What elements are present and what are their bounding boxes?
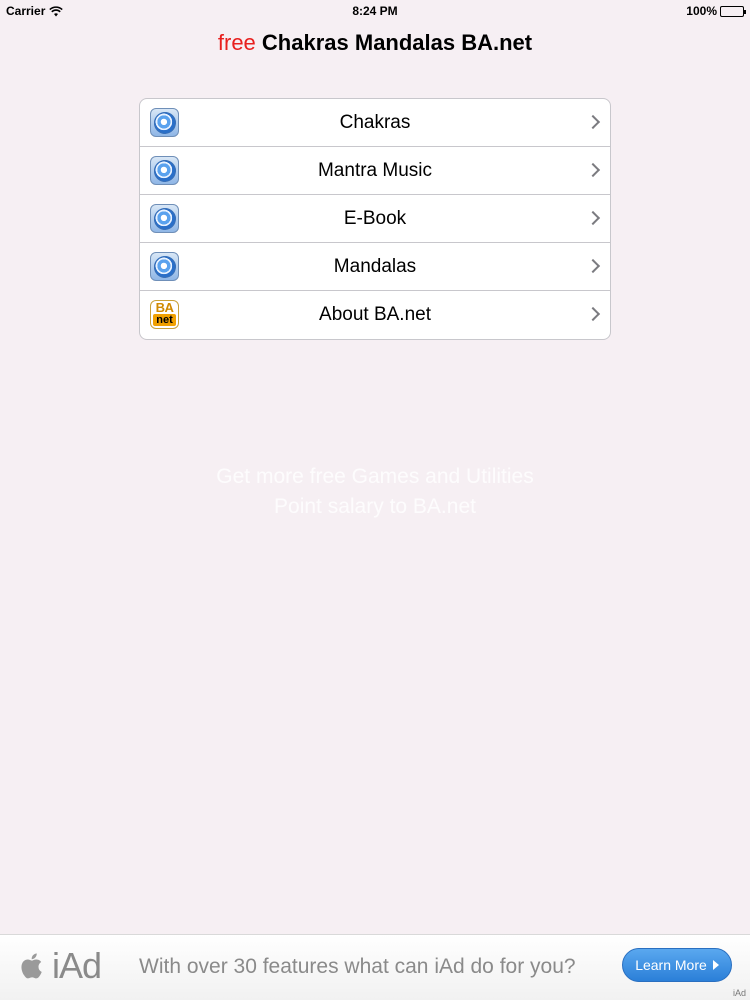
chevron-right-icon bbox=[585, 114, 601, 130]
page-title: free Chakras Mandalas BA.net bbox=[0, 30, 750, 56]
chevron-right-icon bbox=[585, 306, 601, 322]
promo-line-2: Point salary to BA.net bbox=[274, 495, 476, 518]
menu-item-label: E-Book bbox=[343, 207, 407, 229]
menu-item-mandalas[interactable]: Mandalas bbox=[140, 243, 610, 291]
title-free-label: free bbox=[217, 30, 256, 55]
title-main-label: Chakras Mandalas BA.net bbox=[261, 30, 533, 55]
iad-logo: iAd bbox=[20, 945, 102, 987]
chakra-icon bbox=[150, 108, 179, 137]
menu-item-label: Mandalas bbox=[333, 255, 417, 277]
chevron-right-icon bbox=[585, 162, 601, 178]
menu-item-label: Mantra Music bbox=[317, 159, 433, 181]
menu-item-label: About BA.net bbox=[319, 304, 431, 325]
banet-logo-icon: BA net bbox=[150, 300, 179, 329]
banet-logo-top: BA bbox=[155, 300, 174, 315]
app-screen: Carrier 8:24 PM 100% free Chakras Mandal… bbox=[0, 0, 750, 1000]
chakra-icon bbox=[150, 252, 179, 281]
status-bar: Carrier 8:24 PM 100% bbox=[0, 0, 750, 20]
menu-item-about[interactable]: BA net About BA.net bbox=[140, 291, 610, 339]
menu-item-ebook[interactable]: E-Book bbox=[140, 195, 610, 243]
battery-icon bbox=[720, 5, 746, 17]
promo-text[interactable]: Get more free Games and Utilities Point … bbox=[0, 462, 750, 522]
menu-item-label: Chakras bbox=[339, 111, 411, 133]
iad-logo-text: iAd bbox=[52, 945, 102, 986]
learn-more-button[interactable]: Learn More bbox=[622, 948, 732, 982]
chevron-right-icon bbox=[585, 210, 601, 226]
banet-logo-bottom: net bbox=[153, 314, 176, 326]
apple-icon bbox=[21, 953, 42, 979]
menu-item-chakras[interactable]: Chakras bbox=[140, 99, 610, 147]
play-arrow-icon bbox=[712, 960, 719, 970]
main-menu: Chakras Mantra Music E-Book Mandalas BA … bbox=[139, 98, 611, 340]
menu-item-mantra-music[interactable]: Mantra Music bbox=[140, 147, 610, 195]
chevron-right-icon bbox=[585, 258, 601, 274]
chakra-icon bbox=[150, 204, 179, 233]
iad-message: With over 30 features what can iAd do fo… bbox=[139, 955, 576, 978]
battery-percent: 100% bbox=[686, 4, 717, 18]
status-time: 8:24 PM bbox=[352, 4, 398, 18]
promo-line-1: Get more free Games and Utilities bbox=[216, 465, 534, 488]
chakra-icon bbox=[150, 156, 179, 185]
status-right: 100% bbox=[686, 4, 746, 18]
iad-corner-label: iAd bbox=[732, 988, 746, 998]
learn-more-label: Learn More bbox=[635, 957, 707, 973]
